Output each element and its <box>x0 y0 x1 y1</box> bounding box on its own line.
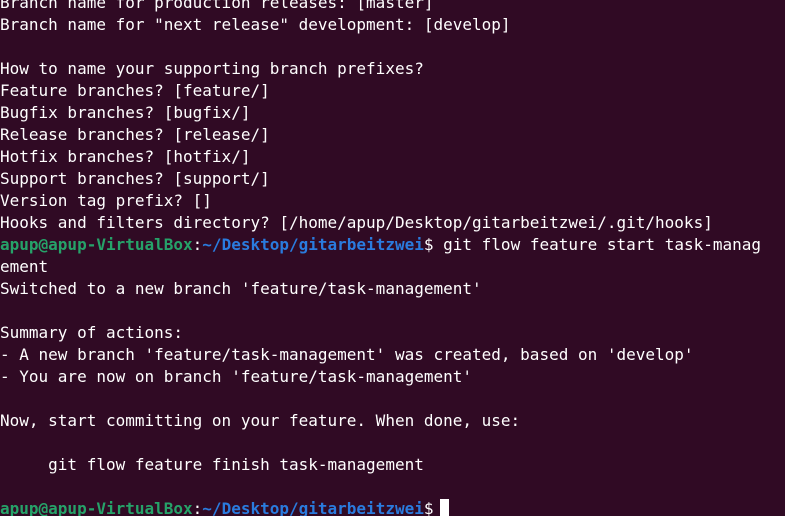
prompt-user: apup@apup-VirtualBox <box>0 499 193 516</box>
terminal-line: Summary of actions: <box>0 323 184 342</box>
terminal-line: - A new branch 'feature/task-management'… <box>0 345 694 364</box>
prompt-line: apup@apup-VirtualBox:~/Desktop/gitarbeit… <box>0 234 761 256</box>
terminal-line: Release branches? [release/] <box>0 125 270 144</box>
terminal-line: Bugfix branches? [bugfix/] <box>0 103 251 122</box>
terminal-line: Support branches? [support/] <box>0 169 270 188</box>
prompt-separator: : <box>192 499 203 516</box>
terminal-line: Hooks and filters directory? [/home/apup… <box>0 213 713 232</box>
terminal-line: Feature branches? [feature/] <box>0 81 270 100</box>
prompt-symbol: $ <box>423 499 434 516</box>
terminal-line: Branch name for "next release" developme… <box>0 15 511 34</box>
terminal-line: Hotfix branches? [hotfix/] <box>0 147 251 166</box>
text-cursor[interactable] <box>439 499 449 516</box>
terminal-line: - You are now on branch 'feature/task-ma… <box>0 367 473 386</box>
command-wrap-line: ement <box>0 257 49 276</box>
terminal-line: How to name your supporting branch prefi… <box>0 59 424 78</box>
prompt-path: ~/Desktop/gitarbeitzwei <box>202 499 424 516</box>
active-prompt-line[interactable]: apup@apup-VirtualBox:~/Desktop/gitarbeit… <box>0 498 449 516</box>
prompt-separator: : <box>192 235 203 254</box>
prompt-symbol: $ <box>423 235 434 254</box>
prompt-path: ~/Desktop/gitarbeitzwei <box>202 235 424 254</box>
prompt-user: apup@apup-VirtualBox <box>0 235 193 254</box>
terminal-line: Version tag prefix? [] <box>0 191 212 210</box>
terminal-line: Now, start committing on your feature. W… <box>0 411 521 430</box>
terminal-line: git flow feature finish task-management <box>0 455 424 474</box>
terminal-line: Switched to a new branch 'feature/task-m… <box>0 279 482 298</box>
command-text: git flow feature start task-manag <box>433 235 762 254</box>
terminal-line: Branch name for production releases: [ma… <box>0 0 434 12</box>
terminal-window[interactable]: Branch name for production releases: [ma… <box>0 0 785 516</box>
